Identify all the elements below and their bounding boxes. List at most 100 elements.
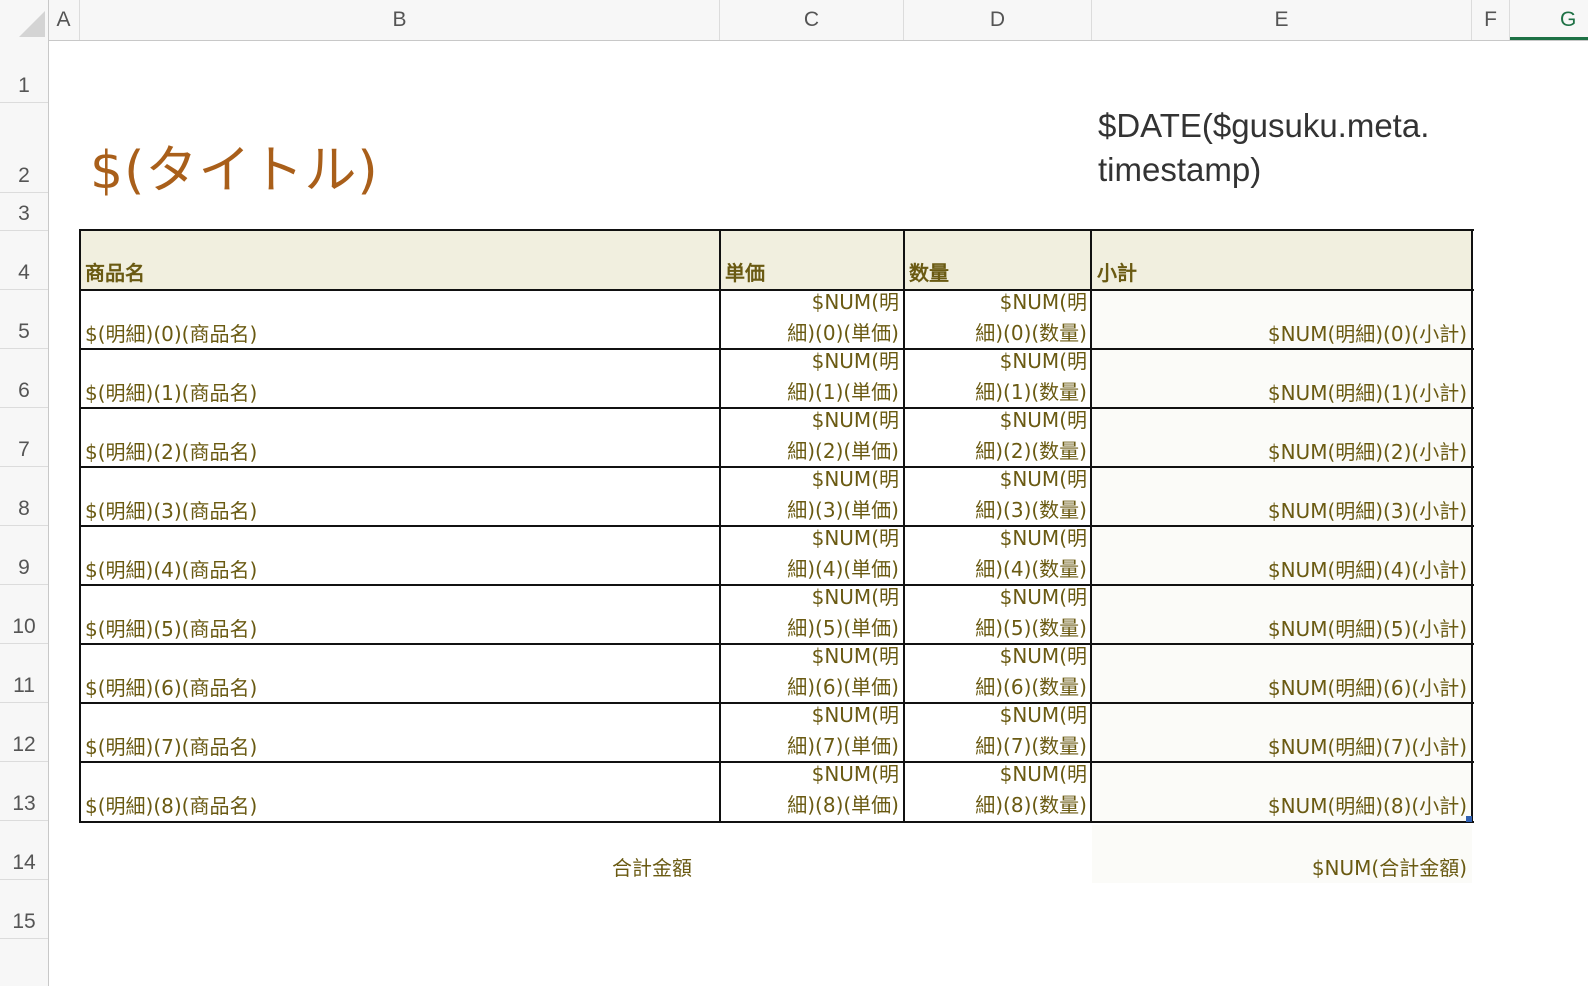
row-header-15[interactable]: 15: [0, 880, 48, 939]
row-divider: [79, 702, 1474, 704]
row-header-10[interactable]: 10: [0, 585, 48, 644]
column-divider: [903, 229, 905, 823]
unit-price-line-2: 細)(0)(単価): [787, 321, 899, 345]
row-header-7[interactable]: 7: [0, 408, 48, 467]
quantity-cell[interactable]: $NUM(明 細)(2)(数量): [904, 405, 1092, 467]
sheet-title[interactable]: $(タイトル): [90, 128, 379, 203]
quantity-cell[interactable]: $NUM(明 細)(0)(数量): [904, 287, 1092, 349]
product-name-cell[interactable]: $(明細)(2)(商品名): [80, 408, 720, 467]
subtotal-cell[interactable]: $NUM(明細)(7)(小計): [1092, 703, 1472, 762]
subtotal-cell[interactable]: $NUM(明細)(4)(小計): [1092, 526, 1472, 585]
column-header-b[interactable]: B: [80, 0, 720, 40]
unit-price-line-1: $NUM(明: [811, 585, 899, 609]
quantity-line-2: 細)(0)(数量): [975, 321, 1087, 345]
subtotal-cell[interactable]: $NUM(明細)(5)(小計): [1092, 585, 1472, 644]
column-header-e[interactable]: E: [1092, 0, 1472, 40]
row-header-2[interactable]: 2: [0, 103, 48, 193]
unit-price-line-2: 細)(3)(単価): [787, 498, 899, 522]
row-header-9[interactable]: 9: [0, 526, 48, 585]
product-name-cell[interactable]: $(明細)(7)(商品名): [80, 703, 720, 762]
total-amount-label[interactable]: 合計金額: [560, 852, 692, 881]
column-header-d[interactable]: D: [904, 0, 1092, 40]
subtotal-cell[interactable]: $NUM(明細)(1)(小計): [1092, 349, 1472, 408]
unit-price-line-1: $NUM(明: [811, 408, 899, 432]
table-border-top: [79, 229, 1474, 231]
row-header-1[interactable]: 1: [0, 40, 48, 103]
header-cell-unit-price[interactable]: 単価: [720, 231, 904, 290]
subtotal-cell[interactable]: $NUM(明細)(0)(小計): [1092, 290, 1472, 349]
unit-price-cell[interactable]: $NUM(明 細)(5)(単価): [720, 582, 904, 644]
total-amount-cell[interactable]: $NUM(合計金額): [1092, 825, 1472, 883]
quantity-line-2: 細)(1)(数量): [975, 380, 1087, 404]
unit-price-cell[interactable]: $NUM(明細)(2)(単価): [720, 405, 904, 467]
quantity-line-1: $NUM(明: [999, 703, 1087, 727]
quantity-cell[interactable]: $NUM(明 細)(5)(数量): [904, 582, 1092, 644]
row-header-14[interactable]: 14: [0, 821, 48, 880]
row-header-5[interactable]: 5: [0, 290, 48, 349]
row-header-bar: 1 2 3 4 5 6 7 8 9 10 11 12 13 14 15: [0, 40, 49, 986]
header-cell-subtotal[interactable]: 小計: [1092, 231, 1472, 290]
subtotal-cell[interactable]: $NUM(明細)(8)(小計): [1092, 762, 1472, 821]
unit-price-line-1: $NUM(明: [811, 762, 899, 786]
row-header-11[interactable]: 11: [0, 644, 48, 703]
timestamp-cell[interactable]: $DATE($gusuku.meta. timestamp): [1098, 104, 1498, 192]
unit-price-line-2: 細)(6)(単価): [787, 675, 899, 699]
unit-price-line-2: 細)(2)(単価): [787, 439, 899, 463]
quantity-line-1: $NUM(明: [999, 526, 1087, 550]
unit-price-cell[interactable]: $NUM(明細)(6)(単価): [720, 641, 904, 703]
fill-handle[interactable]: [1466, 816, 1472, 822]
column-selection-indicator: [1510, 37, 1588, 40]
unit-price-cell[interactable]: $NUM(明 細)(7)(単価): [720, 700, 904, 762]
quantity-cell[interactable]: $NUM(明 細)(4)(数量): [904, 523, 1092, 585]
table-border-bottom: [79, 821, 1474, 823]
column-header-g[interactable]: G: [1560, 0, 1576, 40]
row-divider: [79, 643, 1474, 645]
quantity-line-2: 細)(6)(数量): [975, 675, 1087, 699]
product-name-cell[interactable]: $(明細)(3)(商品名): [80, 467, 720, 526]
quantity-cell[interactable]: $NUM(明 細)(8)(数量): [904, 759, 1092, 821]
row-divider: [79, 289, 1474, 291]
unit-price-line-2: 細)(4)(単価): [787, 557, 899, 581]
unit-price-line-1: $NUM(明: [811, 644, 899, 668]
column-header-c[interactable]: C: [720, 0, 904, 40]
quantity-cell[interactable]: $NUM(明 細)(3)(数量): [904, 464, 1092, 526]
quantity-line-1: $NUM(明: [999, 349, 1087, 373]
subtotal-cell[interactable]: $NUM(明細)(3)(小計): [1092, 467, 1472, 526]
header-cell-product-name[interactable]: 商品名: [80, 231, 720, 290]
quantity-cell[interactable]: $NUM(明 細)(6)(数量): [904, 641, 1092, 703]
select-all-triangle-icon: [19, 11, 45, 37]
unit-price-cell[interactable]: $NUM(明 細)(1)(単価): [720, 346, 904, 408]
unit-price-line-1: $NUM(明: [811, 526, 899, 550]
product-name-cell[interactable]: $(明細)(1)(商品名): [80, 349, 720, 408]
unit-price-cell[interactable]: $NUM(明 細)(3)(単価): [720, 464, 904, 526]
select-all-corner[interactable]: [0, 0, 49, 40]
timestamp-line-1: $DATE($gusuku.meta.: [1098, 107, 1430, 144]
quantity-cell[interactable]: $NUM(明細)(1)(数量): [904, 346, 1092, 408]
quantity-line-2: 細)(7)(数量): [975, 734, 1087, 758]
column-divider: [1090, 229, 1092, 823]
row-divider: [79, 761, 1474, 763]
column-header-a[interactable]: A: [48, 0, 80, 40]
row-header-3[interactable]: 3: [0, 193, 48, 231]
column-header-f[interactable]: F: [1472, 0, 1510, 40]
unit-price-cell[interactable]: $NUM(明 細)(0)(単価): [720, 287, 904, 349]
product-name-cell[interactable]: $(明細)(8)(商品名): [80, 762, 720, 821]
row-header-6[interactable]: 6: [0, 349, 48, 408]
subtotal-cell[interactable]: $NUM(明細)(2)(小計): [1092, 408, 1472, 467]
row-header-4[interactable]: 4: [0, 231, 48, 290]
row-header-12[interactable]: 12: [0, 703, 48, 762]
product-name-cell[interactable]: $(明細)(6)(商品名): [80, 644, 720, 703]
product-name-cell[interactable]: $(明細)(4)(商品名): [80, 526, 720, 585]
row-header-13[interactable]: 13: [0, 762, 48, 821]
unit-price-cell[interactable]: $NUM(明 細)(8)(単価): [720, 759, 904, 821]
product-name-cell[interactable]: $(明細)(0)(商品名): [80, 290, 720, 349]
column-divider: [719, 229, 721, 823]
unit-price-cell[interactable]: $NUM(明細)(4)(単価): [720, 523, 904, 585]
quantity-line-2: 細)(8)(数量): [975, 793, 1087, 817]
header-cell-quantity[interactable]: 数量: [904, 231, 1092, 290]
quantity-cell[interactable]: $NUM(明細)(7)(数量): [904, 700, 1092, 762]
row-divider: [79, 407, 1474, 409]
subtotal-cell[interactable]: $NUM(明細)(6)(小計): [1092, 644, 1472, 703]
product-name-cell[interactable]: $(明細)(5)(商品名): [80, 585, 720, 644]
row-header-8[interactable]: 8: [0, 467, 48, 526]
